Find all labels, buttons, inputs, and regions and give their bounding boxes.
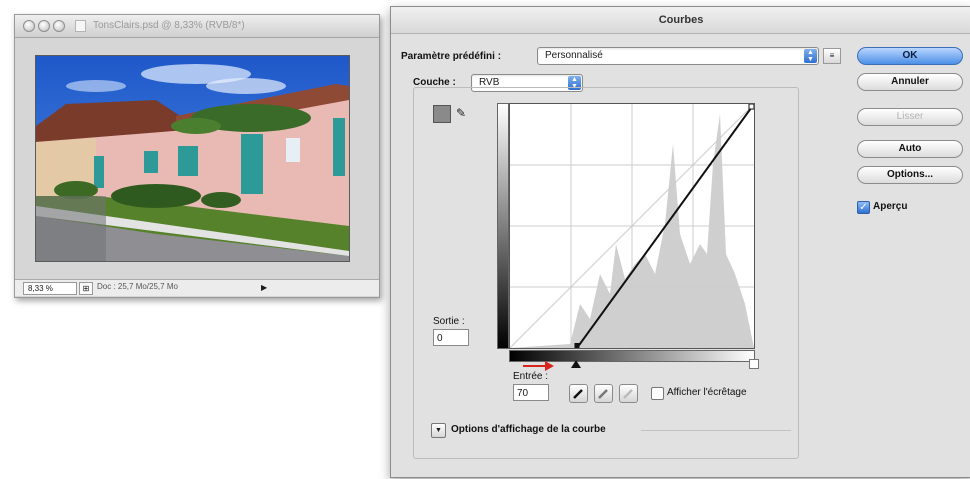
updown-arrows-icon: ▲ ▼	[804, 49, 817, 63]
preview-checkbox[interactable]: ✓	[857, 201, 870, 214]
preset-label: Paramètre prédéfini :	[401, 51, 502, 62]
dialog-title-bar[interactable]: Courbes	[391, 7, 970, 34]
document-canvas[interactable]	[35, 55, 350, 262]
document-title: TonsClairs.psd @ 8,33% (RVB/8*)	[93, 20, 245, 31]
document-size-info: Doc : 25,7 Mo/25,7 Mo	[97, 282, 178, 291]
auto-button[interactable]: Auto	[857, 140, 963, 158]
curve-display-options-label: Options d'affichage de la courbe	[451, 424, 606, 435]
curve-graph[interactable]	[509, 103, 755, 349]
divider	[641, 430, 791, 431]
disclosure-triangle-icon[interactable]: ▼	[431, 423, 446, 438]
preset-options-icon[interactable]: ≡	[823, 48, 841, 64]
status-bar: 8,33 % ⊞ Doc : 25,7 Mo/25,7 Mo ▶	[15, 279, 379, 296]
red-arrow-icon	[545, 361, 554, 371]
output-label: Sortie :	[433, 316, 465, 327]
curve-point-black[interactable]	[574, 343, 580, 348]
curve-point-tool-icon[interactable]	[433, 105, 451, 123]
black-point-slider[interactable]	[570, 360, 581, 368]
curve-graph-svg	[509, 103, 755, 349]
status-menu-icon[interactable]: ⊞	[79, 282, 93, 295]
zoom-field[interactable]: 8,33 %	[23, 282, 77, 295]
zoom-button[interactable]	[53, 20, 65, 32]
output-gradient-bar	[497, 103, 509, 349]
show-clipping-label: Afficher l'écrêtage	[667, 387, 747, 398]
options-button[interactable]: Options...	[857, 166, 963, 184]
close-button[interactable]	[23, 20, 35, 32]
ok-button[interactable]: OK	[857, 47, 963, 65]
document-proxy-icon	[75, 20, 86, 32]
curves-dialog: Courbes Paramètre prédéfini : Personnali…	[390, 6, 970, 478]
output-field[interactable]: 0	[433, 329, 469, 346]
input-label: Entrée :	[513, 371, 549, 382]
preset-value: Personnalisé	[545, 50, 603, 61]
preset-select[interactable]: Personnalisé ▲ ▼	[537, 47, 819, 65]
dialog-title: Courbes	[658, 14, 704, 26]
status-arrow-icon[interactable]: ▶	[261, 282, 269, 293]
gray-eyedropper-icon[interactable]	[594, 384, 613, 403]
document-window: TonsClairs.psd @ 8,33% (RVB/8*) 8,33 % ⊞…	[14, 14, 380, 298]
show-clipping-checkbox[interactable]	[651, 387, 664, 400]
cancel-button[interactable]: Annuler	[857, 73, 963, 91]
pencil-tool-icon[interactable]: ✎	[453, 105, 469, 121]
input-field[interactable]: 70	[513, 384, 549, 401]
curve-point-white[interactable]	[748, 103, 755, 110]
minimize-button[interactable]	[38, 20, 50, 32]
photo-image	[36, 56, 349, 261]
white-point-slider[interactable]	[749, 359, 759, 369]
white-eyedropper-icon[interactable]	[619, 384, 638, 403]
document-title-bar[interactable]: TonsClairs.psd @ 8,33% (RVB/8*)	[15, 15, 379, 38]
smooth-button[interactable]: Lisser	[857, 108, 963, 126]
preview-label: Aperçu	[873, 201, 908, 212]
black-eyedropper-icon[interactable]	[569, 384, 588, 403]
